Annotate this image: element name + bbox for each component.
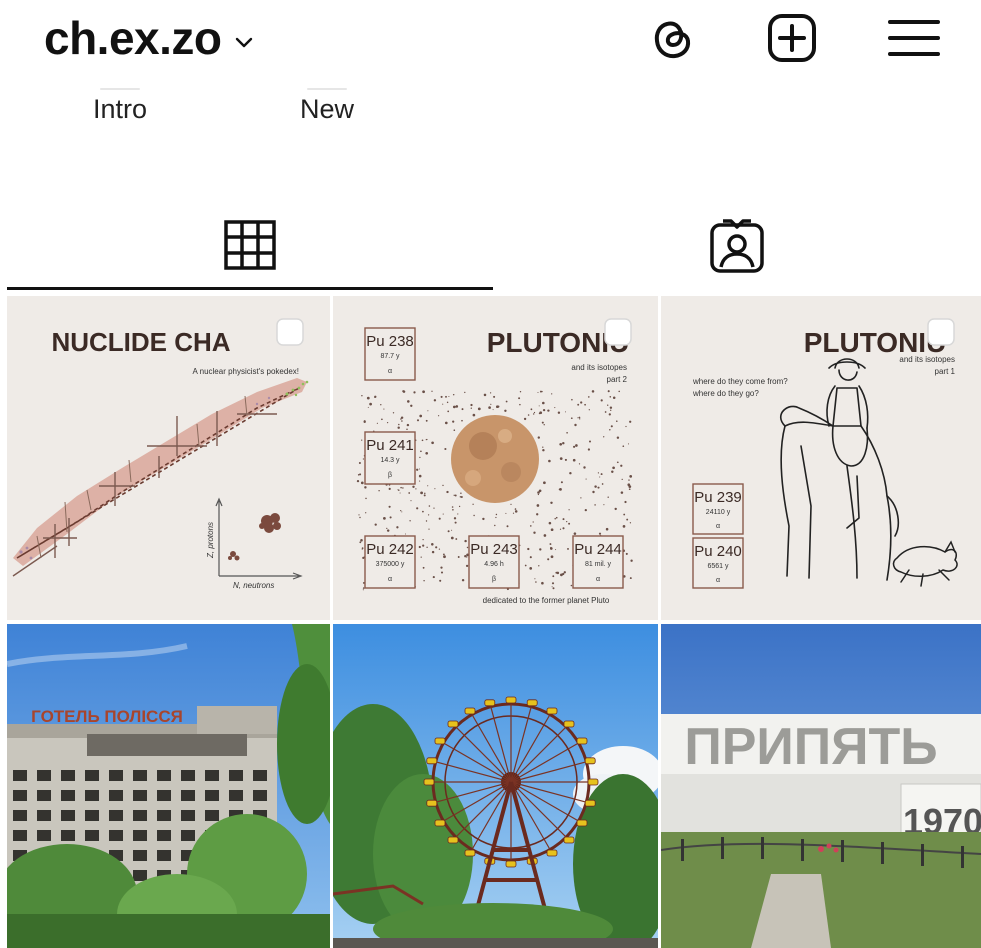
isotope-tile-pu241: Pu 241 14.3 y β [364,431,416,485]
post-subtitle: A nuclear physicist's pokedex! [193,367,299,376]
sign-text: ГОТЕЛЬ ПОЛІССЯ [31,707,183,726]
username: ch.ex.zo [44,12,222,64]
sign-text: ПРИПЯТЬ [684,718,937,776]
profile-header: ch.ex.zo [0,0,981,80]
isotope-halflife: 4.96 h [484,561,504,568]
multi-post-icon [604,318,632,346]
highlight-new[interactable]: New [277,88,377,125]
isotope-name: Pu 238 [366,333,414,350]
isotope-tile-pu239: Pu 239 24110 y α [692,483,744,535]
multi-post-icon [927,318,955,346]
post-hotel-polissya-photo[interactable]: ГОТЕЛЬ ПОЛІССЯ [7,624,330,948]
post-subtitle: and its isotopes [899,355,955,364]
isotope-decay: α [716,523,720,530]
post-subtitle: part 1 [935,367,956,376]
isotope-halflife: 6561 y [707,563,729,570]
threads-icon[interactable] [645,10,701,66]
highlight-cover [100,88,140,90]
isotope-decay: β [492,576,496,583]
isotope-decay: α [388,368,392,375]
isotope-name: Pu 240 [694,543,742,560]
post-question: where do they come from? [692,377,788,386]
plus-square-icon[interactable] [764,10,820,66]
tagged-person-icon [710,219,764,273]
highlight-intro[interactable]: Intro [70,88,170,125]
post-plutonium-part-2[interactable]: PLUTONIU and its isotopes part 2 Pu 238 … [333,296,658,620]
hamburger-menu-icon[interactable] [886,10,942,66]
active-tab-indicator [7,287,493,290]
isotope-decay: α [388,576,392,583]
chevron-down-icon [235,37,252,48]
isotope-name: Pu 242 [366,541,414,558]
isotope-halflife: 87.7 y [380,353,400,360]
isotope-tile-pu244: Pu 244 81 mil. y α [572,535,624,589]
isotope-name: Pu 239 [694,489,742,506]
post-nuclide-chart[interactable]: NUCLIDE CHA A nuclear physicist's pokede… [7,296,330,620]
posts-grid: NUCLIDE CHA A nuclear physicist's pokede… [7,296,981,948]
isotope-tile-pu240: Pu 240 6561 y α [692,537,744,589]
isotope-decay: β [388,472,392,479]
post-title: NUCLIDE CHA [51,327,230,357]
post-ferris-wheel-photo[interactable] [333,624,658,948]
isotope-halflife: 81 mil. y [585,561,612,568]
highlight-label: New [299,94,354,124]
post-footer: dedicated to the former planet Pluto [483,596,610,605]
isotope-tile-pu242: Pu 242 375000 y α [364,535,416,589]
tab-posts-grid[interactable] [7,200,493,290]
isotope-tile-pu243: Pu 243 4.96 h β [468,535,520,589]
post-pripyat-sign-photo[interactable]: ПРИПЯТЬ 1970 [661,624,981,948]
isotope-name: Pu 244 [574,541,622,558]
highlight-label: Intro [92,94,148,124]
isotope-tile-pu238: Pu 238 87.7 y α [364,327,416,381]
isotope-decay: α [596,576,600,583]
post-plutonium-part-1[interactable]: PLUTONIU and its isotopes part 1 where d… [661,296,981,620]
post-title: PLUTONIU [804,327,947,358]
isotope-halflife: 24110 y [706,509,731,516]
isotope-name: Pu 241 [366,437,414,454]
post-subtitle: and its isotopes [571,363,627,372]
highlight-cover [307,88,347,90]
isotope-halflife: 375000 y [376,561,405,568]
axis-label-y: Z, protons [206,522,215,559]
isotope-halflife: 14.3 y [380,457,400,464]
profile-tabs [0,200,981,292]
post-subtitle: part 2 [607,375,628,384]
post-question: where do they go? [692,389,759,398]
multi-post-icon [276,318,304,346]
story-highlights: Intro New [0,88,981,148]
grid-icon [224,220,276,270]
account-switcher[interactable]: ch.ex.zo [44,8,256,68]
isotope-name: Pu 243 [470,541,518,558]
isotope-decay: α [716,577,720,584]
axis-label-x: N, neutrons [233,581,274,590]
tab-tagged[interactable] [493,200,981,290]
